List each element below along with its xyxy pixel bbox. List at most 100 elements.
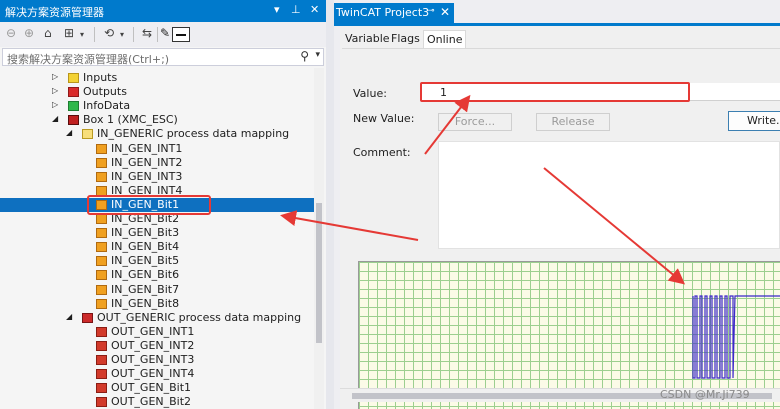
document-tab-title: TwinCAT Project3 xyxy=(336,6,430,19)
tree-item[interactable]: IN_GEN_Bit7 xyxy=(0,283,314,297)
tree-item[interactable]: OUT_GEN_Bit1 xyxy=(0,381,314,395)
tree-item[interactable]: OUT_GEN_INT4 xyxy=(0,367,314,381)
tree-item-label: IN_GEN_INT4 xyxy=(111,183,183,197)
force-button[interactable]: Force... xyxy=(438,113,512,131)
tab-variable[interactable]: Variable xyxy=(342,30,393,48)
tree-item[interactable]: ▷ InfoData xyxy=(0,99,314,113)
input-var-icon xyxy=(96,214,107,224)
tree-item[interactable]: IN_GEN_Bit4 xyxy=(0,240,314,254)
tree-item[interactable]: IN_GEN_INT3 xyxy=(0,170,314,184)
collapse-arrow-icon[interactable]: ◢ xyxy=(66,312,72,321)
value-label: Value: xyxy=(353,87,387,100)
output-var-icon xyxy=(96,355,107,365)
tree-item[interactable]: IN_GEN_Bit8 xyxy=(0,297,314,311)
tree-item-label: IN_GEN_Bit7 xyxy=(111,282,180,296)
tab-online[interactable]: Online xyxy=(423,30,467,48)
release-button[interactable]: Release xyxy=(536,113,610,131)
panel-splitter[interactable] xyxy=(326,0,334,409)
search-options-dropdown-icon[interactable]: ▾ xyxy=(315,50,320,60)
tree-item[interactable]: ◢ Box 1 (XMC_ESC) xyxy=(0,113,314,127)
close-panel-icon[interactable]: ✕ xyxy=(310,3,319,16)
solution-tree: ▷ Inputs ▷ Outputs ▷ InfoData ◢ Box 1 (XMC_ESC)… xyxy=(0,68,314,409)
tree-item[interactable]: IN_GEN_INT4 xyxy=(0,184,314,198)
tree-item[interactable]: IN_GEN_INT2 xyxy=(0,156,314,170)
solution-explorer-search-input[interactable]: 搜索解决方案资源管理器(Ctrl+;) ⚲ ▾ xyxy=(2,48,324,66)
tree-item-label: IN_GEN_INT3 xyxy=(111,169,183,183)
tree-item[interactable]: IN_GEN_Bit1 xyxy=(0,197,314,212)
document-tab-twincat-project3[interactable]: TwinCAT Project3 ⊸ ✕ xyxy=(334,3,454,23)
tree-item[interactable]: OUT_GEN_Bit2 xyxy=(0,395,314,409)
online-tab-panel: Value: 1 New Value: Force... Release Wri… xyxy=(342,48,780,409)
expand-arrow-icon[interactable]: ▷ xyxy=(52,100,58,109)
expand-arrow-icon[interactable]: ▷ xyxy=(52,72,58,81)
output-var-icon xyxy=(96,397,107,408)
input-var-icon xyxy=(96,270,107,281)
close-tab-icon[interactable]: ✕ xyxy=(440,5,450,19)
solution-explorer-toolbar: ⊖ ⊕ ⌂ ⊞ ▾ ⟲ ▾ ⇆ ✎ xyxy=(0,22,326,47)
tree-item-label: IN_GEN_Bit8 xyxy=(111,296,180,310)
switch-views-dropdown-icon[interactable]: ▾ xyxy=(80,30,84,39)
pending-changes-filter-icon[interactable]: ⟲ xyxy=(104,26,114,40)
switch-views-icon[interactable]: ⊞ xyxy=(64,26,74,40)
input-var-icon xyxy=(96,256,107,267)
current-value: 1 xyxy=(440,86,447,99)
tree-item[interactable]: OUT_GEN_INT1 xyxy=(0,325,314,339)
preview-selected-items-icon[interactable] xyxy=(172,27,190,42)
tree-vertical-scrollbar[interactable] xyxy=(314,68,324,409)
value-field-extension xyxy=(690,83,780,101)
comment-textarea[interactable] xyxy=(438,141,780,249)
tree-item[interactable]: ▷ Outputs xyxy=(0,85,314,99)
tree-item[interactable]: OUT_GEN_INT3 xyxy=(0,353,314,367)
solution-explorer-panel: 解决方案资源管理器 ▾ ⊥ ✕ ⊖ ⊕ ⌂ ⊞ ▾ ⟲ ▾ ⇆ ✎ 搜索解决方案… xyxy=(0,0,326,409)
infodata-icon xyxy=(68,101,79,112)
sync-with-document-icon[interactable]: ⇆ xyxy=(142,26,152,40)
output-var-icon xyxy=(96,383,107,394)
tree-item-label: IN_GEN_Bit6 xyxy=(111,268,180,282)
filter-dropdown-icon[interactable]: ▾ xyxy=(120,30,124,39)
tree-item[interactable]: ◢ OUT_GENERIC process data mapping xyxy=(0,311,314,325)
expand-arrow-icon[interactable]: ▷ xyxy=(52,86,58,95)
tree-item-label: OUT_GEN_INT1 xyxy=(111,324,195,338)
tree-item[interactable]: IN_GEN_INT1 xyxy=(0,142,314,156)
tree-item[interactable]: IN_GEN_Bit6 xyxy=(0,268,314,282)
tree-item[interactable]: IN_GEN_Bit3 xyxy=(0,226,314,240)
keep-tab-open-pin-icon[interactable]: ⊸ xyxy=(427,6,435,16)
inputs-icon xyxy=(68,73,79,83)
tree-item-label: IN_GEN_Bit4 xyxy=(111,240,180,254)
tree-item-label: IN_GEN_INT1 xyxy=(111,141,183,155)
output-var-icon xyxy=(96,369,107,380)
write-button[interactable]: Write... xyxy=(728,111,780,131)
search-placeholder: 搜索解决方案资源管理器(Ctrl+;) xyxy=(7,53,170,66)
window-position-dropdown-icon[interactable]: ▾ xyxy=(274,3,280,16)
tree-item-label: OUT_GENERIC process data mapping xyxy=(97,310,302,324)
auto-hide-pin-icon[interactable]: ⊥ xyxy=(291,3,301,16)
collapse-arrow-icon[interactable]: ◢ xyxy=(66,128,72,137)
watermark: CSDN @Mr.Ji739 xyxy=(660,388,750,401)
back-icon[interactable]: ⊖ xyxy=(6,26,16,40)
tree-item[interactable]: OUT_GEN_INT2 xyxy=(0,339,314,353)
tree-item-label: IN_GEN_INT2 xyxy=(111,155,183,169)
tree-item-label: Inputs xyxy=(83,71,118,84)
tree-scrollbar-thumb[interactable] xyxy=(316,203,322,343)
output-var-icon xyxy=(96,340,107,351)
forward-icon[interactable]: ⊕ xyxy=(24,26,34,40)
tree-item[interactable]: IN_GEN_Bit5 xyxy=(0,254,314,268)
tree-item-label: OUT_GEN_Bit2 xyxy=(111,395,192,409)
collapse-arrow-icon[interactable]: ◢ xyxy=(52,114,58,123)
input-var-icon xyxy=(96,228,107,239)
variable-editor: Variable Flags Online Value: 1 New Value… xyxy=(340,26,780,409)
tree-item-label: OUT_GEN_INT3 xyxy=(111,353,195,366)
properties-wrench-icon[interactable]: ✎ xyxy=(160,26,170,40)
input-var-icon xyxy=(96,171,107,182)
tree-item-label: IN_GEN_Bit1 xyxy=(111,197,180,211)
search-icon[interactable]: ⚲ xyxy=(300,49,309,63)
tab-flags[interactable]: Flags xyxy=(388,30,423,48)
tree-item[interactable]: ▷ Inputs xyxy=(0,71,314,85)
tree-item[interactable]: ◢ IN_GENERIC process data mapping xyxy=(0,127,314,141)
outputs-icon xyxy=(68,87,79,98)
input-var-icon xyxy=(96,242,107,253)
value-trace-svg xyxy=(692,295,780,379)
tree-item[interactable]: IN_GEN_Bit2 xyxy=(0,212,314,226)
home-icon[interactable]: ⌂ xyxy=(44,26,52,40)
toolbar-separator xyxy=(157,27,158,42)
